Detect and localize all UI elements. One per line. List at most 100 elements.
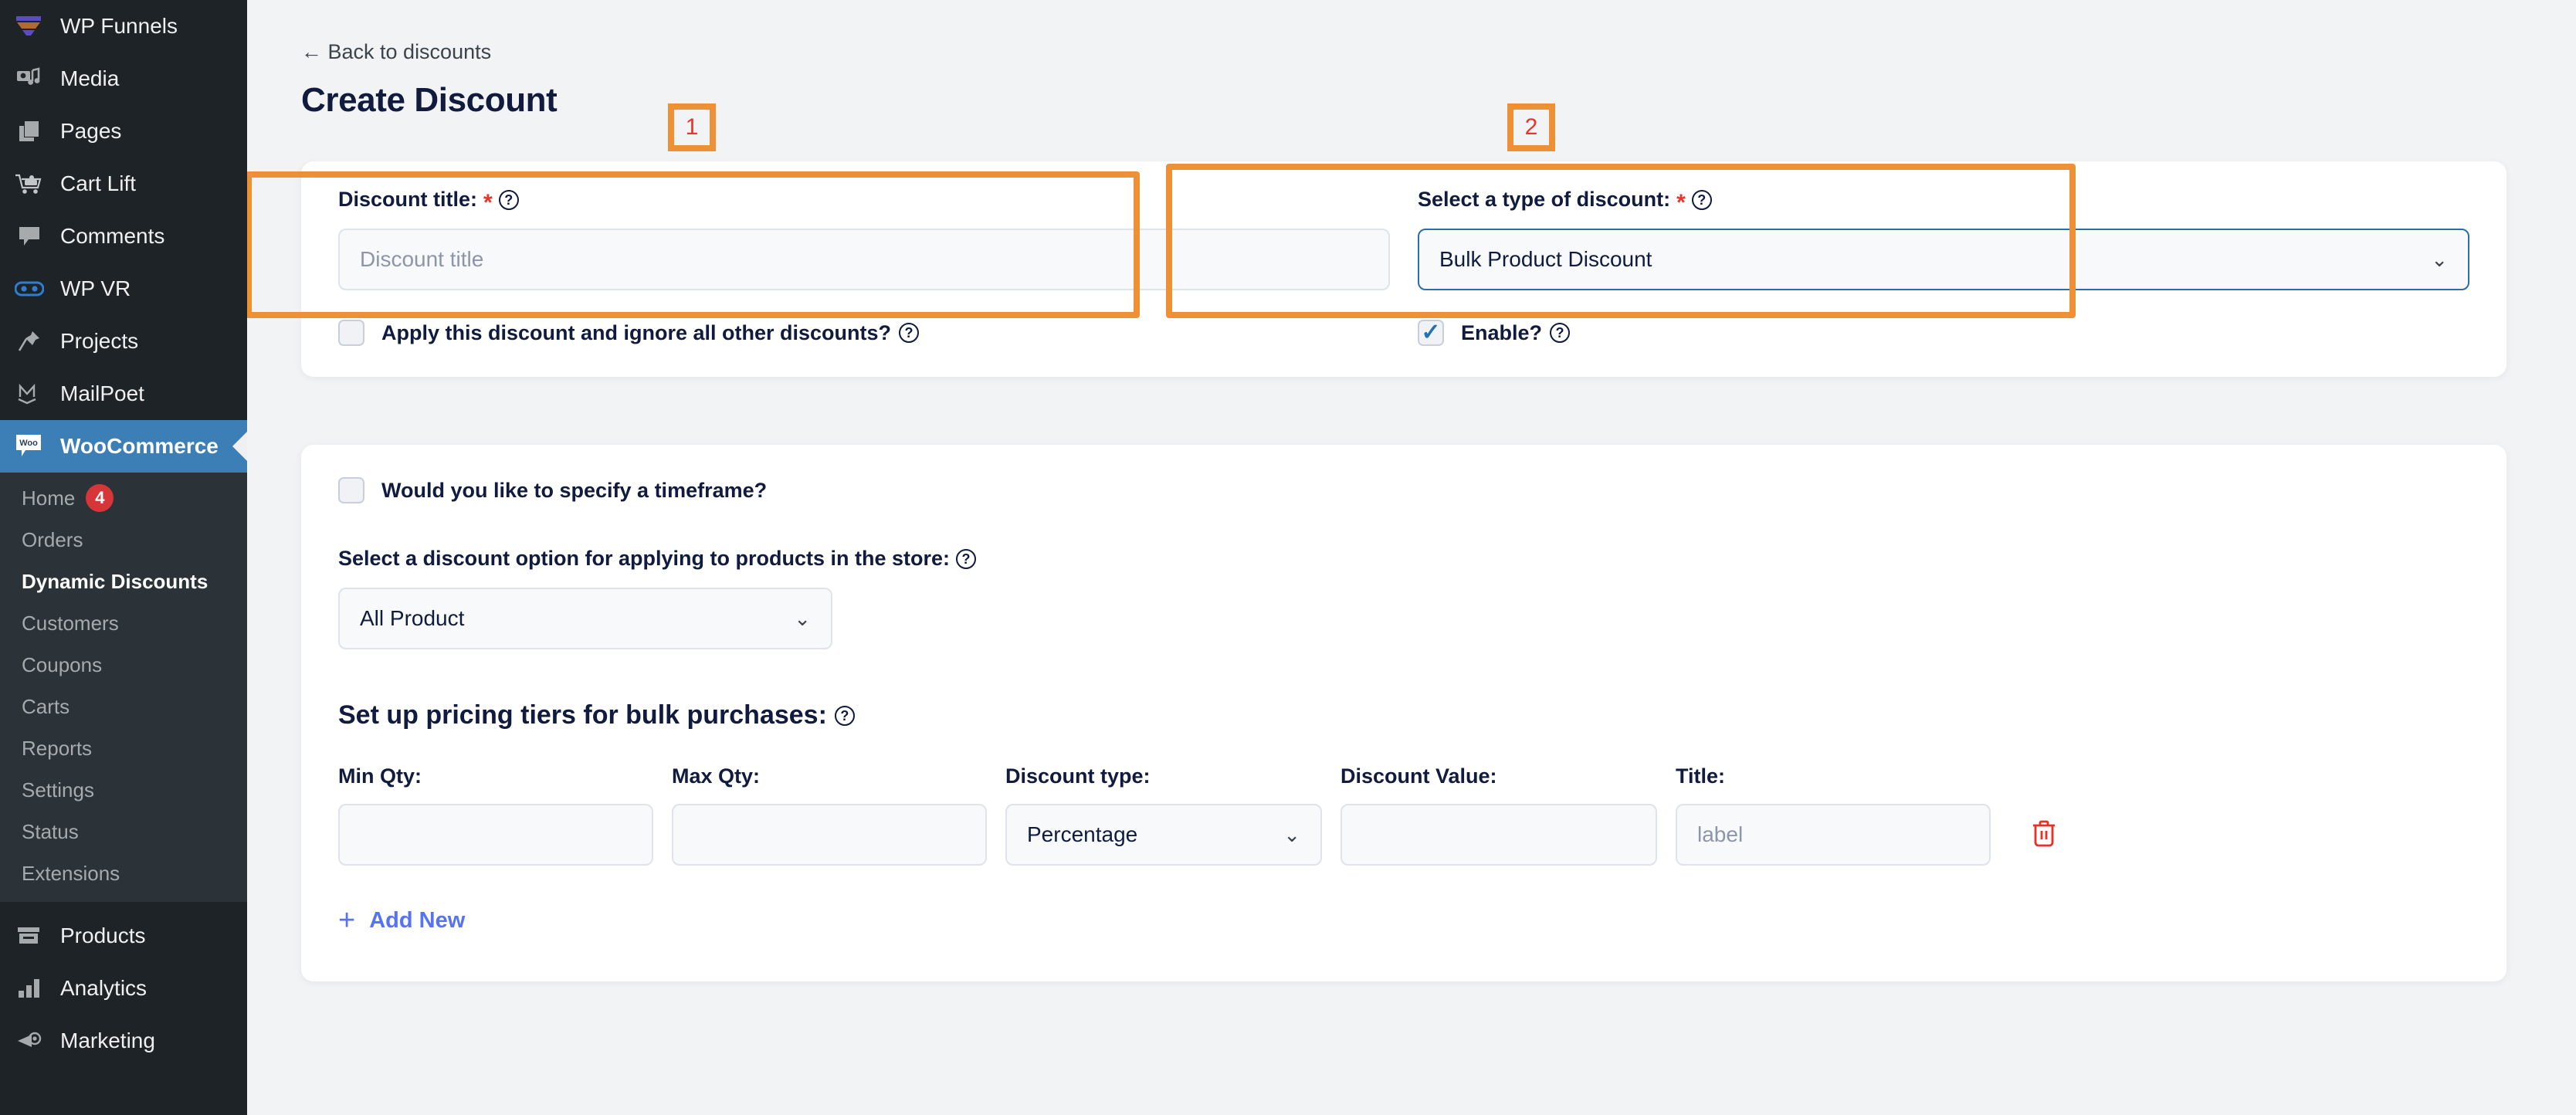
discount-type-selected-value: Bulk Product Discount [1439,247,1652,271]
info-icon[interactable]: ? [1691,189,1712,210]
pricing-tiers-heading: Set up pricing tiers for bulk purchases:… [338,700,2469,730]
sidebar-item-analytics[interactable]: Analytics [0,962,247,1015]
back-to-discounts-link[interactable]: ← Back to discounts [301,40,491,64]
vr-goggles-icon [6,279,53,299]
sidebar-subitem-label: Home [22,486,76,510]
sidebar-subitem-label: Coupons [22,652,103,676]
timeframe-label-text: Would you like to specify a timeframe? [381,478,768,502]
add-new-label: Add New [369,907,466,933]
chevron-down-icon: ⌄ [794,606,811,630]
min-qty-column: Min Qty: [338,764,653,866]
funnel-icon [6,15,53,38]
cart-lift-icon [6,172,53,195]
pricing-tiers-heading-text: Set up pricing tiers for bulk purchases: [338,700,827,730]
sidebar-item-mailpoet[interactable]: MailPoet [0,368,247,420]
sidebar-subitem-carts[interactable]: Carts [0,686,247,727]
sidebar-item-label: Projects [60,329,139,353]
sidebar-item-projects[interactable]: Projects [0,315,247,368]
chevron-down-icon: ⌄ [1283,822,1300,846]
discount-title-input[interactable] [338,229,1390,290]
general-fields-row: Discount title: * ? Select a type of dis… [338,188,2469,290]
timeframe-checkbox[interactable] [338,477,364,503]
sidebar-subitem-label: Dynamic Discounts [22,569,208,593]
info-icon[interactable]: ? [956,548,977,569]
sidebar-item-woocommerce[interactable]: Woo WooCommerce [0,420,247,473]
annotation-badge-2-number: 2 [1524,114,1538,140]
tier-discount-type-select[interactable]: Percentage ⌄ [1005,804,1322,866]
discount-value-input[interactable] [1341,804,1657,866]
product-option-select[interactable]: All Product ⌄ [338,588,832,649]
sidebar-subitem-home[interactable]: Home 4 [0,477,247,519]
sidebar-divider [0,902,247,910]
chevron-down-icon: ⌄ [2431,247,2448,271]
sidebar-subitem-customers[interactable]: Customers [0,602,247,644]
discount-value-column: Discount Value: [1341,764,1657,866]
sidebar-subitem-coupons[interactable]: Coupons [0,644,247,686]
sidebar-item-wp-funnels[interactable]: WP Funnels [0,0,247,53]
enable-label-text: Enable? [1461,320,1543,344]
products-icon [6,925,53,947]
timeframe-checkbox-row[interactable]: Would you like to specify a timeframe? [338,477,2469,503]
min-qty-input[interactable] [338,804,653,866]
discount-type-label: Select a type of discount: * ? [1418,188,2469,215]
tier-title-column: Title: [1676,764,1991,866]
add-new-tier-button[interactable]: + Add New [338,906,465,935]
general-checkbox-row: Apply this discount and ignore all other… [338,290,2469,346]
annotation-badge-2: 2 [1507,103,1555,151]
sidebar-subitem-status[interactable]: Status [0,811,247,852]
max-qty-input[interactable] [672,804,987,866]
discount-title-label-text: Discount title: [338,188,477,211]
info-icon[interactable]: ? [834,705,855,726]
sidebar-item-label: WP Funnels [60,14,178,38]
sidebar-item-label: Analytics [60,976,147,1000]
sidebar-subitem-reports[interactable]: Reports [0,727,247,769]
product-option-selected-value: All Product [360,606,465,630]
product-option-group: Select a discount option for applying to… [338,547,2469,649]
enable-group: ✓ Enable? ? [1418,290,2469,346]
enable-checkbox[interactable]: ✓ [1418,320,1444,346]
info-icon[interactable]: ? [899,323,920,343]
enable-checkbox-row[interactable]: ✓ Enable? ? [1418,320,2469,346]
ignore-other-discounts-label-text: Apply this discount and ignore all other… [381,320,892,344]
info-icon[interactable]: ? [1550,323,1571,343]
analytics-icon [6,978,53,999]
tier-discount-type-value: Percentage [1027,822,1138,846]
discount-rules-card: Would you like to specify a timeframe? S… [301,445,2507,981]
ignore-other-discounts-checkbox-row[interactable]: Apply this discount and ignore all other… [338,320,1390,346]
woocommerce-submenu: Home 4 Orders Dynamic Discounts Customer… [0,473,247,902]
media-icon [6,67,53,90]
sidebar-subitem-label: Extensions [22,861,120,885]
sidebar-item-label: WooCommerce [60,434,219,458]
sidebar-subitem-label: Settings [22,778,94,802]
sidebar-item-products[interactable]: Products [0,910,247,962]
trash-icon[interactable] [2031,819,2057,849]
sidebar-item-label: Cart Lift [60,171,137,195]
ignore-other-discounts-checkbox[interactable] [338,320,364,346]
plus-icon: + [338,904,356,937]
sidebar-item-marketing[interactable]: Marketing [0,1015,247,1067]
sidebar-subitem-orders[interactable]: Orders [0,519,247,561]
sidebar-item-comments[interactable]: Comments [0,210,247,263]
svg-text:Woo: Woo [19,439,38,448]
discount-type-select[interactable]: Bulk Product Discount ⌄ [1418,229,2469,290]
info-icon[interactable]: ? [498,189,519,210]
sidebar-item-media[interactable]: Media [0,53,247,105]
home-badge-count: 4 [86,484,114,512]
checkmark-icon: ✓ [1421,320,1441,345]
app-screen: WP Funnels Media Pages Cart Lift Comment… [0,0,2576,1115]
tier-discount-type-label: Discount type: [1005,764,1151,788]
sidebar-item-pages[interactable]: Pages [0,105,247,158]
sidebar-item-cart-lift[interactable]: Cart Lift [0,158,247,210]
max-qty-label: Max Qty: [672,764,761,788]
discount-type-column: Discount type: Percentage ⌄ [1005,764,1322,866]
sidebar-subitem-dynamic-discounts[interactable]: Dynamic Discounts [0,561,247,602]
required-asterisk: * [1676,189,1686,215]
annotation-badge-1-number: 1 [685,114,699,140]
sidebar-item-wp-vr[interactable]: WP VR [0,263,247,315]
min-qty-label: Min Qty: [338,764,422,788]
discount-type-label-text: Select a type of discount: [1418,188,1671,211]
sidebar-subitem-settings[interactable]: Settings [0,769,247,811]
tier-title-input[interactable] [1676,804,1991,866]
sidebar-subitem-extensions[interactable]: Extensions [0,852,247,894]
woocommerce-icon: Woo [6,433,53,459]
